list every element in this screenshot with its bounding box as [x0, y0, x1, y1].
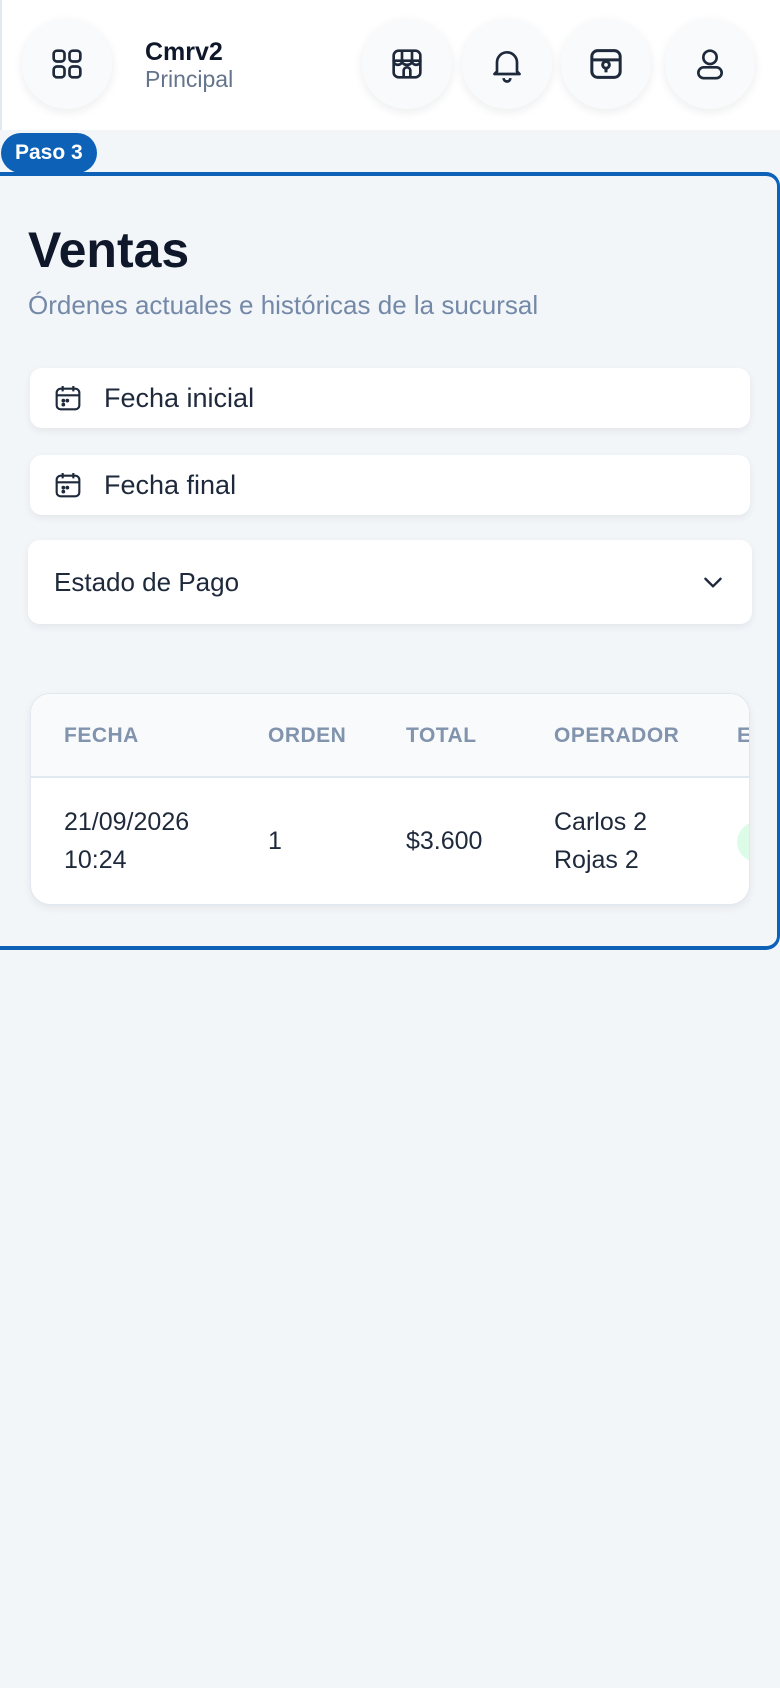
user-icon: [697, 49, 723, 80]
cell-fecha: 21/09/2026 10:24: [64, 803, 189, 879]
cell-total: $3.600: [406, 827, 483, 855]
cell-orden: 1: [268, 827, 282, 855]
cell-fecha-date: 21/09/2026: [64, 808, 190, 836]
safe-icon: [590, 49, 622, 79]
end-date-field[interactable]: Fecha final: [30, 455, 750, 515]
tour-step-badge: Paso 3: [1, 133, 97, 173]
sales-table: FECHA ORDEN TOTAL OPERADOR ES 21/09/2026…: [30, 693, 750, 905]
menu-button[interactable]: [22, 19, 112, 109]
brand: Cmrv2 Principal: [145, 38, 233, 92]
column-header-orden[interactable]: ORDEN: [268, 724, 346, 748]
cell-operador-last: Rojas 2: [554, 846, 639, 874]
store-button[interactable]: [362, 19, 452, 109]
page-subtitle: Órdenes actuales e históricas de la sucu…: [28, 290, 539, 320]
top-app-bar: Cmrv2 Principal: [0, 0, 780, 130]
column-header-estado[interactable]: ES: [737, 724, 749, 748]
calendar-icon: [55, 386, 81, 411]
payment-status-select[interactable]: Estado de Pago: [28, 540, 752, 624]
chevron-down-icon: [704, 577, 722, 588]
cell-operador-first: Carlos 2: [554, 808, 648, 836]
cash-register-button[interactable]: [561, 19, 651, 109]
store-icon: [392, 49, 422, 79]
brand-name: Cmrv2: [145, 38, 223, 66]
column-header-operador[interactable]: OPERADOR: [554, 724, 679, 748]
column-header-total[interactable]: TOTAL: [406, 724, 477, 748]
branch-name: Principal: [145, 66, 234, 92]
bell-icon: [493, 51, 521, 83]
column-header-fecha[interactable]: FECHA: [64, 724, 139, 748]
profile-button[interactable]: [665, 19, 755, 109]
cell-operador: Carlos 2 Rojas 2: [554, 803, 647, 879]
page-title: Ventas: [28, 222, 190, 278]
notifications-button[interactable]: [462, 19, 552, 109]
table-header: FECHA ORDEN TOTAL OPERADOR ES: [31, 694, 749, 778]
calendar-icon: [55, 473, 81, 498]
status-badge: [737, 822, 749, 862]
grid-icon: [52, 49, 82, 79]
cell-fecha-time: 10:24: [64, 846, 127, 874]
end-date-placeholder: Fecha final: [104, 469, 237, 500]
payment-status-label: Estado de Pago: [54, 566, 240, 597]
start-date-placeholder: Fecha inicial: [104, 382, 255, 413]
start-date-field[interactable]: Fecha inicial: [30, 368, 750, 428]
